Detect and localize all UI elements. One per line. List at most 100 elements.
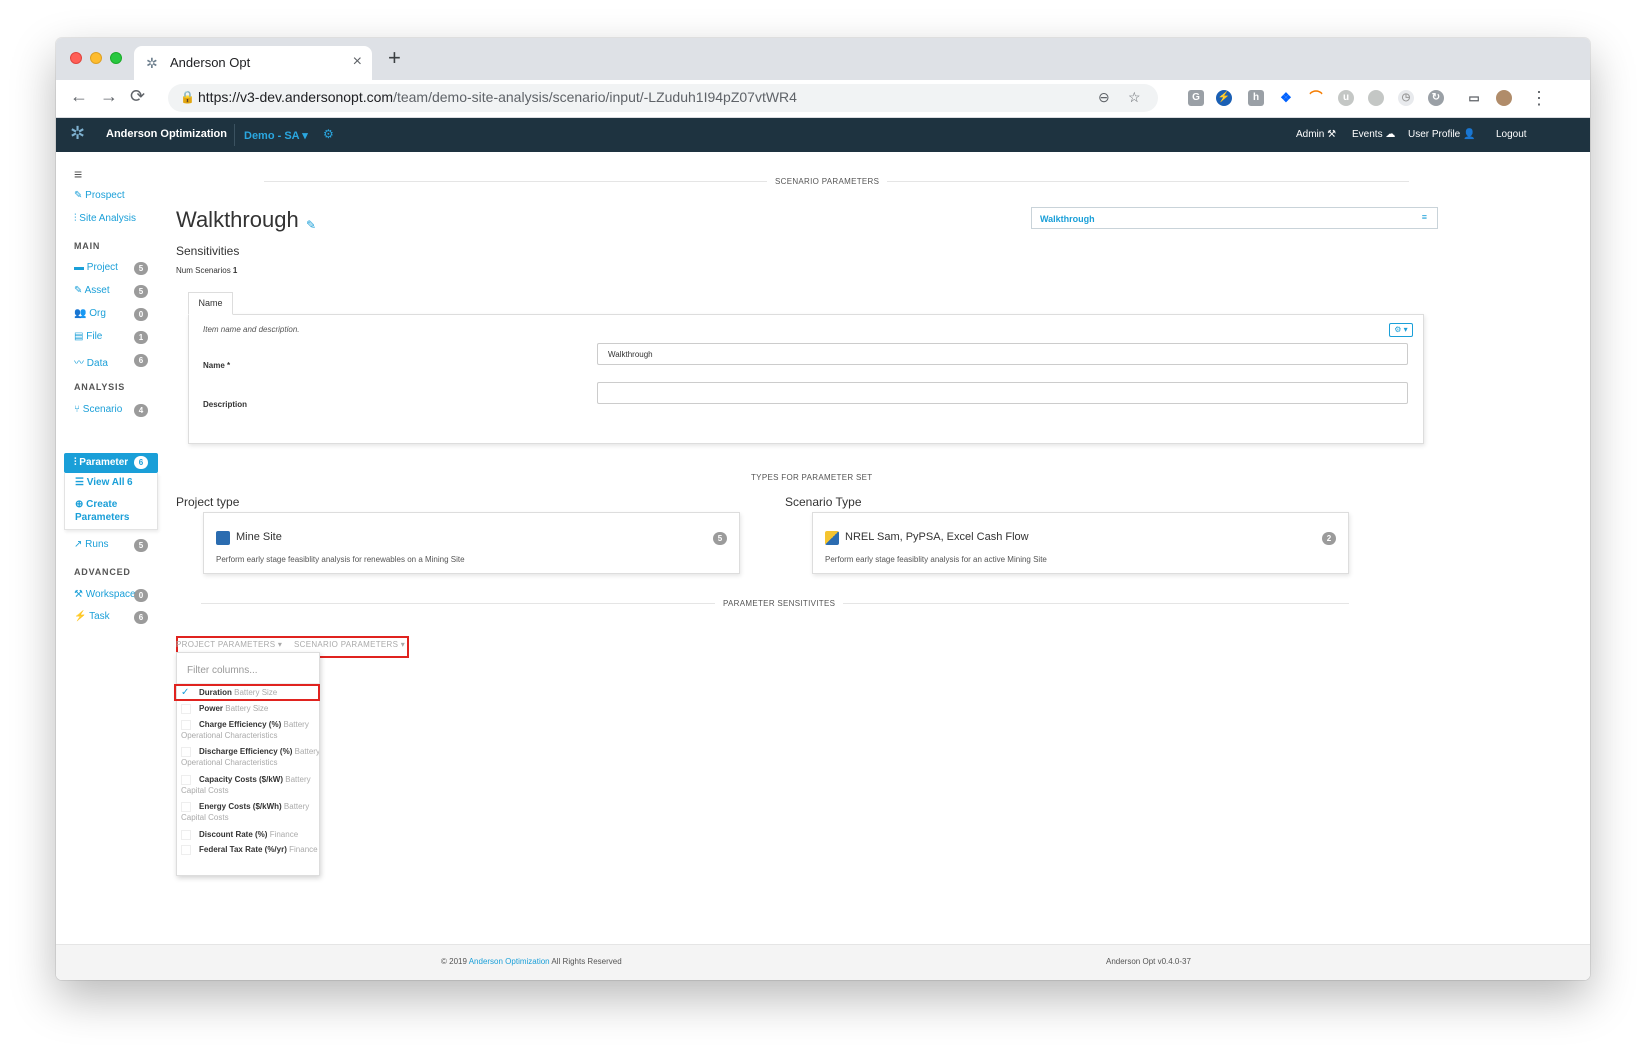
sidebar-item-create-parameters[interactable]: ⊕ Create (75, 499, 117, 510)
sidebar-item-scenario[interactable]: ⑂ Scenario (74, 404, 122, 415)
maximize-window-button[interactable] (110, 52, 122, 64)
checkbox[interactable] (181, 719, 191, 730)
bolt-extension-icon[interactable]: ⚡ (1216, 90, 1232, 106)
column-option[interactable]: Federal Tax Rate (%/yr) Finance (181, 844, 319, 855)
url-text[interactable]: https://v3-dev.andersonopt.com/team/demo… (198, 89, 797, 105)
tab-strip: ✲ Anderson Opt × + (56, 38, 1590, 80)
brand-name[interactable]: Anderson Optimization (106, 128, 227, 140)
column-option-name: Discount Rate (%) (199, 830, 268, 839)
scenario-count-badge: 4 (134, 404, 148, 417)
org-dropdown[interactable]: Demo - SA ▾ (244, 129, 308, 142)
project-type-count-badge: 5 (713, 532, 727, 545)
page-title: Walkthrough (176, 207, 299, 232)
checkbox[interactable] (181, 801, 191, 812)
sidebar-item-label: Create (86, 499, 118, 510)
sidebar-item-org[interactable]: 👥 Org (74, 308, 106, 319)
checkbox[interactable] (181, 829, 191, 840)
bookmark-star-icon[interactable]: ☆ (1128, 89, 1141, 106)
sidebar-item-label: Org (89, 308, 106, 319)
address-bar[interactable]: 🔒 https://v3-dev.andersonopt.com/team/de… (168, 84, 1158, 112)
sidebar-item-view-all[interactable]: ☰ View All (75, 477, 125, 488)
h-extension-icon[interactable]: h (1248, 90, 1264, 106)
refresh-extension-icon[interactable]: ↻ (1428, 90, 1444, 106)
column-option[interactable]: Discount Rate (%) Finance (181, 829, 319, 840)
tab-project-parameters[interactable]: PROJECT PARAMETERS ▾ (176, 640, 282, 649)
column-option[interactable]: Discharge Efficiency (%) Battery Operati… (181, 746, 319, 768)
form-settings-gear-button[interactable]: ⚙ ▾ (1389, 323, 1413, 337)
sidebar-item-project[interactable]: ▬ Project (74, 262, 118, 273)
scenario-type-card[interactable]: NREL Sam, PyPSA, Excel Cash Flow Perform… (812, 512, 1349, 574)
brand-logo-icon[interactable]: ✲ (70, 123, 96, 147)
project-type-card[interactable]: Mine Site Perform early stage feasiblity… (203, 512, 740, 574)
checkbox[interactable] (181, 774, 191, 785)
clock-extension-icon[interactable]: ◷ (1398, 90, 1414, 106)
browser-menu-icon[interactable]: ⋮ (1530, 88, 1548, 109)
checkbox[interactable] (181, 703, 191, 714)
new-tab-button[interactable]: + (388, 47, 401, 69)
sidebar-item-label: ⫶ Parameter (74, 457, 129, 468)
org-settings-gear-icon[interactable]: ⚙ (323, 127, 334, 141)
tab-name[interactable]: Name (188, 292, 233, 315)
circle-extension-icon[interactable] (1368, 90, 1384, 106)
sidebar-item-file[interactable]: ▤ File (74, 331, 102, 342)
sidebar-item-parameter[interactable]: ⫶ Parameter 6 (64, 453, 158, 473)
tab-close-icon[interactable]: × (353, 53, 362, 71)
section-title-parameter-sensitivities: PARAMETER SENSITIVITES (715, 599, 844, 608)
logout-link[interactable]: Logout (1496, 129, 1527, 140)
column-option[interactable]: Power Battery Size (181, 703, 319, 714)
description-label: Description (203, 400, 248, 409)
description-field[interactable] (597, 382, 1408, 404)
sidebar-section-advanced: ADVANCED (74, 567, 131, 577)
column-option[interactable]: Charge Efficiency (%) Battery Operationa… (181, 719, 319, 741)
forward-icon[interactable]: → (100, 86, 118, 107)
back-icon[interactable]: ← (70, 86, 88, 107)
sidebar-item-workspace[interactable]: ⚒ Workspace (74, 589, 136, 600)
column-option-name: Power (199, 704, 224, 713)
dropbox-extension-icon[interactable]: ❖ (1278, 90, 1294, 106)
footer-company-link[interactable]: Anderson Optimization (469, 957, 550, 966)
name-field[interactable]: Walkthrough (597, 343, 1408, 365)
sidebar-item-data[interactable]: 〰 Data (74, 354, 108, 369)
column-option[interactable]: Capacity Costs ($/kW) Battery Capital Co… (181, 774, 319, 796)
navbar-divider (234, 124, 235, 146)
hamburger-menu-icon[interactable]: ≡ (74, 166, 82, 182)
events-link[interactable]: Events ☁ (1352, 129, 1395, 140)
tab-scenario-parameters[interactable]: SCENARIO PARAMETERS ▾ (294, 640, 405, 649)
filter-columns-input[interactable]: Filter columns... (187, 665, 258, 676)
column-option[interactable]: Energy Costs ($/kWh) Battery Capital Cos… (181, 801, 319, 823)
column-option-name: Federal Tax Rate (%/yr) (199, 845, 287, 854)
sidebar-item-site-analysis[interactable]: ⫶ Site Analysis (74, 213, 136, 224)
column-option-name: Capacity Costs ($/kW) (199, 775, 284, 784)
close-window-button[interactable] (70, 52, 82, 64)
admin-link[interactable]: Admin ⚒ (1296, 129, 1336, 140)
grammarly-extension-icon[interactable]: G (1188, 90, 1204, 106)
zoom-icon[interactable]: ⊖ (1098, 89, 1110, 106)
create-parameters-label-line2[interactable]: Parameters (75, 512, 129, 523)
arc-extension-icon[interactable]: ⌒ (1308, 90, 1324, 106)
sidebar-item-asset[interactable]: ✎ Asset (74, 285, 110, 296)
checkbox[interactable] (181, 844, 191, 855)
profile-avatar[interactable] (1496, 90, 1512, 106)
sidebar-item-runs[interactable]: ↗ Runs (74, 539, 109, 550)
sidebar-item-task[interactable]: ⚡ Task (74, 611, 110, 622)
sidebar-item-label: File (86, 331, 103, 342)
parameter-label-text: Parameter (79, 457, 129, 468)
num-scenarios: Num Scenarios 1 (176, 266, 237, 275)
minimize-window-button[interactable] (90, 52, 102, 64)
scenario-type-heading: Scenario Type (785, 495, 862, 509)
tab-title: Anderson Opt (170, 55, 251, 70)
edit-title-icon[interactable]: ✎ (306, 218, 316, 232)
sidebar-item-label: Site Analysis (79, 213, 136, 224)
checkbox[interactable] (181, 746, 191, 757)
sidebar-item-prospect[interactable]: ✎ Prospect (74, 190, 125, 201)
cast-icon[interactable]: ▭ (1466, 90, 1482, 106)
parameter-set-picker[interactable]: Walkthrough ≡ (1031, 207, 1438, 229)
footer-copyright: © 2019 Anderson Optimization All Rights … (441, 957, 622, 966)
user-profile-link[interactable]: User Profile 👤 (1408, 129, 1475, 140)
project-type-name: Mine Site (236, 531, 282, 543)
u-extension-icon[interactable]: u (1338, 90, 1354, 106)
reload-icon[interactable]: ⟳ (130, 86, 145, 107)
list-icon[interactable]: ≡ (1422, 212, 1427, 222)
sidebar: ≡ ✎ Prospect ⫶ Site Analysis MAIN ▬ Proj… (56, 152, 168, 912)
browser-tab[interactable]: ✲ Anderson Opt × (134, 46, 372, 80)
